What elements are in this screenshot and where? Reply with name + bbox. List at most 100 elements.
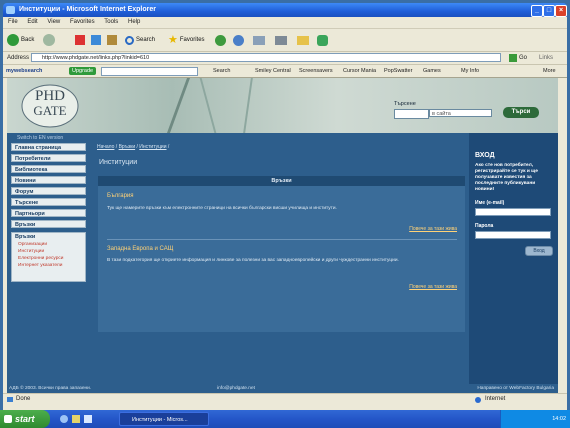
quicklaunch-ie-icon[interactable]	[60, 415, 68, 423]
login-button[interactable]: Вход	[525, 246, 553, 256]
breadcrumb-institutions[interactable]: Институции	[139, 144, 166, 150]
media-icon	[215, 34, 226, 46]
screensavers-link[interactable]: Screensavers	[299, 65, 333, 77]
page-done-icon	[7, 397, 13, 402]
switch-language-link[interactable]: Switch to EN version	[17, 135, 63, 141]
menu-view[interactable]: View	[47, 19, 60, 25]
quicklaunch-media-icon[interactable]	[84, 415, 92, 423]
window-titlebar: Институции - Microsoft Internet Explorer…	[3, 3, 567, 17]
content-panel: Връзки България Тук ще намерите връзки к…	[98, 176, 465, 332]
mywebsearch-toolbar: mywebsearch Upgrade Search Smiley Centra…	[3, 65, 567, 78]
internet-zone-icon	[475, 397, 481, 403]
links-submenu: Връзки Организации Институции Електронни…	[11, 232, 86, 282]
status-zone: Internet	[485, 396, 506, 402]
status-text: Done	[16, 396, 31, 402]
login-title: ВХОД	[475, 152, 495, 159]
menu-edit[interactable]: Edit	[27, 19, 37, 25]
go-arrow-icon[interactable]	[509, 54, 517, 62]
submenu-electronic-resources[interactable]: Електронни ресурси	[12, 255, 85, 262]
smiley-central-link[interactable]: Smiley Central	[255, 65, 291, 77]
login-pass-input[interactable]	[475, 231, 551, 239]
messenger-button[interactable]	[317, 33, 328, 47]
quicklaunch-desktop-icon[interactable]	[72, 415, 80, 423]
home-button[interactable]	[107, 33, 117, 47]
media-button[interactable]	[215, 33, 226, 47]
mywebsearch-search-button[interactable]: Search	[213, 65, 230, 77]
site-footer: АДБ © 2003. Всички права запазени. info@…	[7, 384, 558, 393]
nav-search[interactable]: Търсене	[11, 198, 86, 206]
nav-library[interactable]: Библиотека	[11, 165, 86, 173]
nav-news[interactable]: Новини	[11, 176, 86, 184]
site-search-button[interactable]: Търси	[503, 107, 539, 118]
start-button[interactable]: start	[0, 410, 50, 428]
login-user-label: Име (e-mail)	[475, 200, 505, 206]
section-west-more-link[interactable]: Повече за тази жива	[409, 284, 457, 290]
menu-help[interactable]: Help	[128, 19, 140, 25]
history-button[interactable]	[233, 33, 244, 47]
refresh-button[interactable]	[91, 33, 101, 47]
nav-forum[interactable]: Форум	[11, 187, 86, 195]
stop-button[interactable]	[75, 33, 85, 47]
favorites-button[interactable]: ★ Favorites	[168, 33, 205, 47]
nav-partners[interactable]: Партньори	[11, 209, 86, 217]
history-icon	[233, 34, 244, 46]
go-button[interactable]: Go	[519, 52, 527, 64]
messenger-icon	[317, 34, 328, 46]
forward-button[interactable]	[43, 33, 55, 47]
site-search-scope-select[interactable]: в сайта	[429, 109, 492, 117]
links-label[interactable]: Links	[539, 52, 553, 64]
submenu-internet-directories[interactable]: Интернет указатели	[12, 262, 85, 269]
submenu-title[interactable]: Връзки	[12, 233, 85, 241]
maximize-button[interactable]: □	[543, 5, 555, 17]
close-button[interactable]: ×	[555, 5, 567, 17]
logo-text-phd: PHD	[34, 88, 65, 104]
address-input[interactable]: http://www.phdgate.net/links.php?linkid=…	[31, 53, 501, 62]
nav-home[interactable]: Главна страница	[11, 143, 86, 151]
mywebsearch-input[interactable]	[101, 67, 198, 76]
web-page: PHD GATE Търсене в сайта Търси Switch to…	[7, 78, 558, 384]
breadcrumb-links[interactable]: Връзки	[119, 144, 136, 150]
menu-tools[interactable]: Tools	[104, 19, 118, 25]
ie-app-icon	[6, 6, 15, 14]
section-west-title[interactable]: Западна Европа и САЩ	[107, 246, 173, 252]
menu-favorites[interactable]: Favorites	[70, 19, 95, 25]
mail-button[interactable]	[253, 33, 265, 47]
section-bulgaria-title[interactable]: България	[107, 193, 134, 199]
nav-users[interactable]: Потребители	[11, 154, 86, 162]
section-bulgaria-more-link[interactable]: Повече за тази жива	[409, 226, 457, 232]
right-sidebar: ВХОД Ако сте нов потребител, регистрирай…	[469, 133, 558, 384]
mywebsearch-brand[interactable]: mywebsearch	[6, 65, 42, 77]
submenu-organizations[interactable]: Организации	[12, 241, 85, 248]
my-info-link[interactable]: My Info	[461, 65, 479, 77]
taskbar-window-ie[interactable]: Институции - Micros...	[119, 412, 209, 426]
site-header: PHD GATE Търсене в сайта Търси	[7, 78, 558, 133]
breadcrumb-home[interactable]: Начало	[97, 144, 114, 150]
site-search-input[interactable]	[394, 109, 429, 119]
popswatter-link[interactable]: PopSwatter	[384, 65, 412, 77]
footer-email-link[interactable]: info@phdgate.net	[217, 384, 255, 393]
login-user-input[interactable]	[475, 208, 551, 216]
address-bar: Address http://www.phdgate.net/links.php…	[3, 52, 567, 65]
more-link[interactable]: More	[543, 65, 556, 77]
menu-file[interactable]: File	[8, 19, 18, 25]
submenu-institutions[interactable]: Институции	[12, 248, 85, 255]
home-icon	[107, 35, 117, 45]
back-arrow-icon	[7, 34, 19, 46]
standard-toolbar: Back Search ★ Favorites	[3, 29, 567, 52]
logo-text-gate: GATE	[33, 103, 67, 118]
games-link[interactable]: Games	[423, 65, 441, 77]
upgrade-button[interactable]: Upgrade	[69, 67, 97, 75]
print-button[interactable]	[275, 33, 287, 47]
nav-links[interactable]: Връзки	[11, 220, 86, 228]
search-button[interactable]: Search	[125, 33, 155, 47]
back-button[interactable]: Back	[7, 33, 34, 47]
folder-button[interactable]	[297, 33, 309, 47]
footer-copyright: АДБ © 2003. Всички права запазени.	[9, 386, 92, 391]
system-tray: 14:02	[500, 410, 570, 428]
minimize-button[interactable]: _	[531, 5, 543, 17]
section-divider	[107, 239, 457, 240]
taskbar: start Институции - Micros... 14:02	[0, 410, 570, 428]
cursor-mania-link[interactable]: Cursor Mania	[343, 65, 376, 77]
stop-icon	[75, 35, 85, 45]
footer-credit[interactable]: Направено от WebFactory Bulgaria	[477, 384, 554, 393]
